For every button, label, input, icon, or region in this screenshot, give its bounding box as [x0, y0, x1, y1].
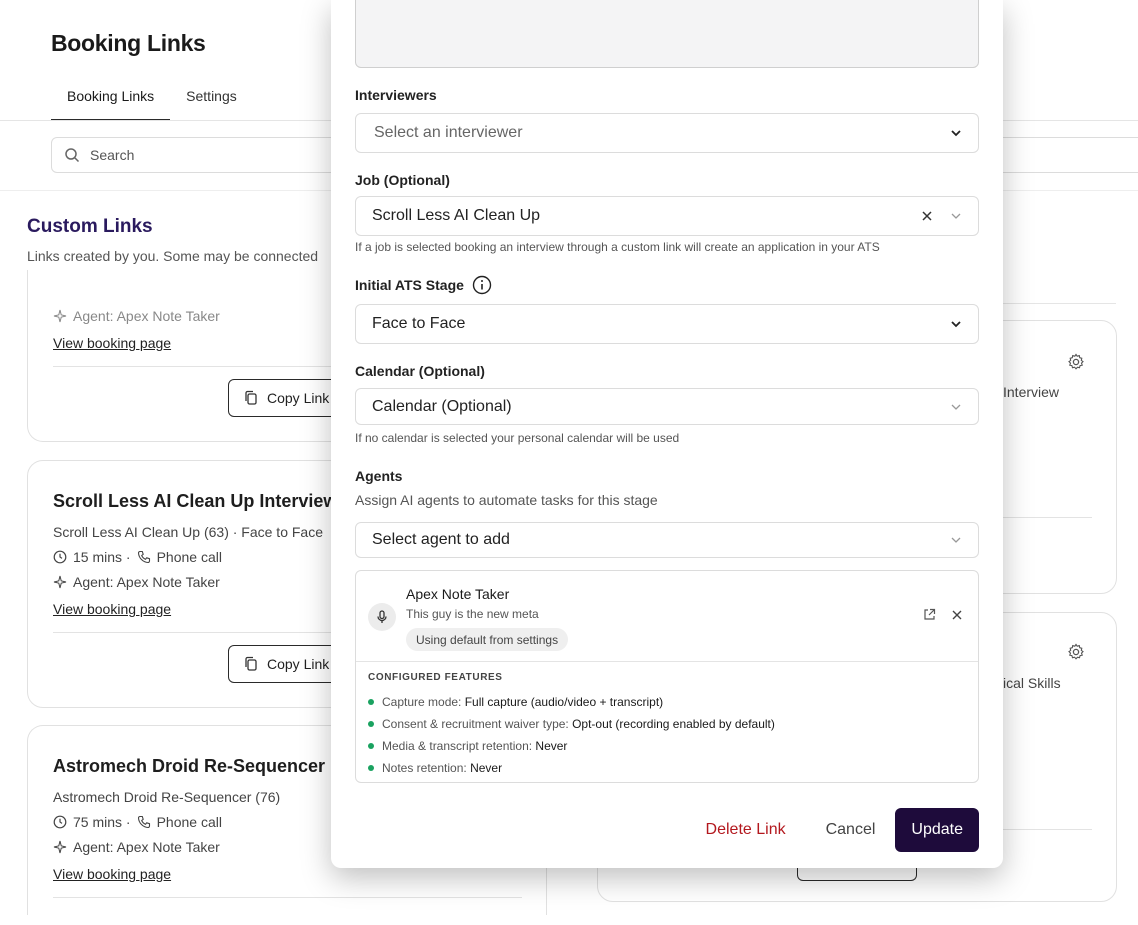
agent-name: Apex Note Taker: [406, 586, 510, 602]
description-textarea[interactable]: [355, 0, 979, 68]
stage-value: Face to Face: [372, 315, 466, 332]
agent-default-badge: Using default from settings: [406, 628, 569, 651]
duration-line: 15 mins · Phone call: [53, 549, 222, 565]
features-list: Capture mode: Full capture (audio/video …: [368, 691, 775, 779]
copy-link-button[interactable]: Copy Link: [228, 379, 345, 417]
phone-icon: [137, 550, 150, 564]
copy-icon: [245, 656, 257, 671]
divider: [53, 897, 522, 898]
agent-select-placeholder: Select agent to add: [372, 531, 510, 548]
calendar-label: Calendar (Optional): [355, 363, 485, 379]
edit-link-modal: Interviewers Select an interviewer Job (…: [331, 0, 1003, 868]
copy-link-button[interactable]: Copy Link: [228, 645, 345, 683]
phone-icon: [137, 815, 150, 829]
search-placeholder: Search: [90, 147, 135, 163]
remove-agent-icon[interactable]: [952, 610, 962, 620]
agent-line: Agent: Apex Note Taker: [53, 574, 220, 590]
duration-line: 75 mins · Phone call: [53, 814, 222, 830]
search-icon: [65, 148, 80, 163]
chevron-down-icon: [951, 321, 961, 328]
clock-icon: [53, 550, 67, 564]
sparkle-icon: [53, 575, 67, 589]
job-label: Job (Optional): [355, 172, 450, 188]
tab-settings[interactable]: Settings: [170, 84, 253, 121]
update-button[interactable]: Update: [895, 808, 979, 852]
calendar-select[interactable]: Calendar (Optional): [355, 388, 979, 425]
initial-stage-label: Initial ATS Stage: [355, 275, 492, 295]
info-icon[interactable]: [472, 275, 492, 295]
agent-line: Agent: Apex Note Taker: [53, 308, 220, 324]
feature-item: Media & transcript retention: Never: [368, 735, 775, 757]
feature-item: Capture mode: Full capture (audio/video …: [368, 691, 775, 713]
section-title: Custom Links: [27, 216, 153, 237]
microphone-icon: [377, 610, 387, 623]
page-title: Booking Links: [51, 30, 206, 56]
status-dot: [368, 699, 374, 705]
features-title: CONFIGURED FEATURES: [368, 672, 503, 683]
section-subtitle: Links created by you. Some may be connec…: [27, 248, 319, 264]
initial-stage-select[interactable]: Face to Face: [355, 304, 979, 344]
agent-avatar: [368, 603, 396, 631]
interviewers-select[interactable]: Select an interviewer: [355, 113, 979, 153]
calendar-help-text: If no calendar is selected your personal…: [355, 431, 680, 445]
external-link-icon[interactable]: [923, 608, 936, 621]
chevron-down-icon: [951, 130, 961, 137]
calendar-value: Calendar (Optional): [372, 397, 512, 415]
feature-item: Notes retention: Never: [368, 757, 775, 779]
sparkle-icon: [53, 309, 67, 323]
delete-link-button[interactable]: Delete Link: [686, 808, 806, 852]
view-booking-page-link[interactable]: View booking page: [53, 601, 171, 617]
cancel-button[interactable]: Cancel: [806, 808, 896, 852]
agent-card: Apex Note Taker This guy is the new meta…: [355, 570, 979, 783]
view-booking-page-link[interactable]: View booking page: [53, 866, 171, 882]
clock-icon: [53, 815, 67, 829]
card-title: Astromech Droid Re-Sequencer: [53, 756, 326, 776]
gear-icon[interactable]: [1067, 353, 1085, 371]
sparkle-icon: [53, 840, 67, 854]
chevron-down-icon: [951, 213, 961, 219]
view-booking-page-link[interactable]: View booking page: [53, 335, 171, 351]
card-meta: Scroll Less AI Clean Up (63) · Face to F…: [53, 524, 323, 540]
copy-icon: [245, 390, 257, 405]
card-title-fragment: ical Skills: [1003, 675, 1061, 691]
status-dot: [368, 765, 374, 771]
job-select[interactable]: Scroll Less AI Clean Up: [355, 196, 979, 236]
agent-description: This guy is the new meta: [406, 607, 539, 621]
chevron-down-icon: [951, 537, 961, 543]
agents-label: Agents: [355, 468, 403, 484]
tab-bar: Booking Links Settings: [51, 84, 253, 121]
feature-item: Consent & recruitment waiver type: Opt-o…: [368, 713, 775, 735]
tab-booking-links[interactable]: Booking Links: [51, 84, 171, 121]
modal-footer: Delete Link Cancel Update: [686, 808, 979, 852]
job-help-text: If a job is selected booking an intervie…: [355, 240, 880, 254]
agent-select[interactable]: Select agent to add: [355, 522, 979, 558]
card-title: Scroll Less AI Clean Up Interview: [53, 491, 338, 511]
clear-icon[interactable]: [922, 211, 932, 221]
interviewers-placeholder: Select an interviewer: [374, 124, 523, 141]
status-dot: [368, 721, 374, 727]
interviewers-label: Interviewers: [355, 87, 437, 103]
agents-description: Assign AI agents to automate tasks for t…: [355, 492, 658, 508]
agent-card-header: Apex Note Taker This guy is the new meta…: [356, 571, 978, 662]
card-meta: Astromech Droid Re-Sequencer (76): [53, 789, 281, 805]
card-title-fragment: Interview: [1003, 384, 1060, 400]
status-dot: [368, 743, 374, 749]
job-value: Scroll Less AI Clean Up: [372, 207, 541, 224]
gear-icon[interactable]: [1067, 643, 1085, 661]
chevron-down-icon: [951, 404, 961, 410]
agent-line: Agent: Apex Note Taker: [53, 839, 220, 855]
